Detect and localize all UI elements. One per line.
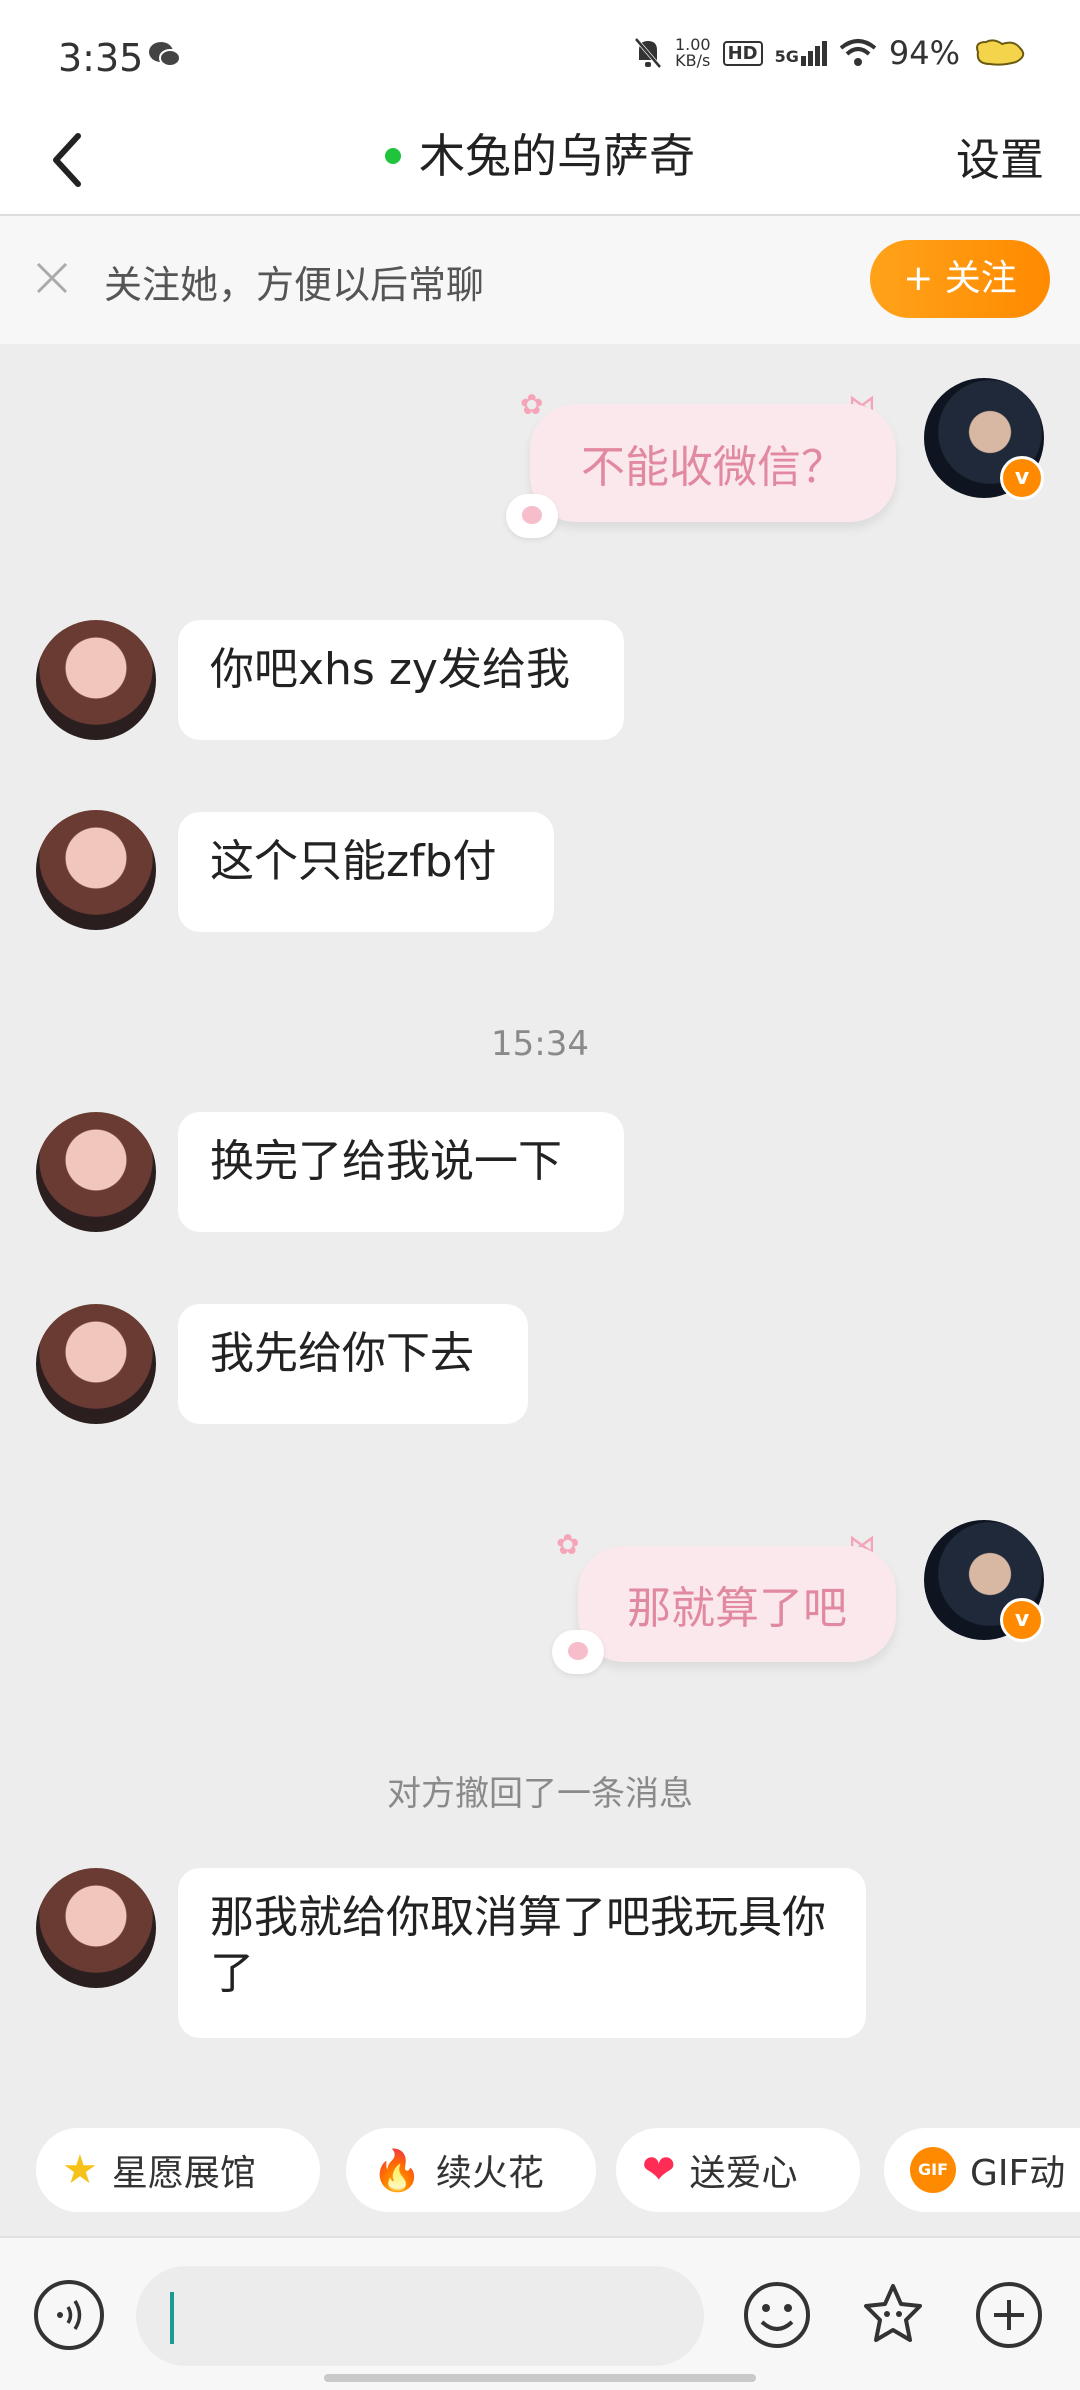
chip-gif[interactable]: GIF GIF动 [884, 2128, 1080, 2212]
gif-icon: GIF [910, 2147, 956, 2193]
message-bubble-received[interactable]: 我先给你下去 [178, 1304, 528, 1424]
message-bubble-sent[interactable]: 那就算了吧 [578, 1546, 896, 1662]
smiley-icon [744, 2282, 810, 2348]
message-bubble-sent[interactable]: 不能收微信？ [530, 404, 896, 522]
hd-badge: HD [722, 40, 763, 66]
star-decoration: ✿ [520, 388, 544, 421]
contact-avatar[interactable] [36, 810, 156, 930]
paw-decoration [552, 1630, 604, 1674]
message-bubble-received[interactable]: 换完了给我说一下 [178, 1112, 624, 1232]
status-time: 3:35 [58, 36, 144, 80]
message-text: 那我就给你取消算了吧我玩具你了 [210, 1892, 826, 1999]
settings-button[interactable]: 设置 [956, 124, 1044, 188]
plus-icon [976, 2282, 1042, 2348]
voice-input-button[interactable] [34, 2280, 104, 2350]
sticker-icon [864, 2284, 922, 2342]
contact-avatar[interactable] [36, 620, 156, 740]
message-text: 你吧xhs zy发给我 [210, 644, 570, 695]
nav-bar: 木兔的乌萨奇 设置 [0, 110, 1080, 216]
close-icon [36, 262, 68, 294]
quick-actions: ★ 星愿展馆 🔥 续火花 ❤ 送爱心 GIF GIF动 [0, 2128, 1080, 2214]
star-icon: ★ [62, 2147, 98, 2193]
home-indicator [324, 2374, 756, 2382]
input-bar [0, 2236, 1080, 2390]
wifi-icon [839, 39, 877, 66]
message-timestamp: 15:34 [491, 1024, 589, 1064]
follow-banner: 关注她，方便以后常聊 + 关注 [0, 216, 1080, 344]
message-text: 不能收微信？ [581, 442, 845, 493]
sticker-button[interactable] [858, 2280, 928, 2350]
message-text: 换完了给我说一下 [210, 1136, 562, 1187]
message-input[interactable] [136, 2266, 704, 2366]
chat-title: 木兔的乌萨奇 [0, 120, 1080, 186]
message-text: 我先给你下去 [210, 1328, 474, 1379]
chip-send-heart[interactable]: ❤ 送爱心 [616, 2128, 860, 2212]
paw-decoration [506, 494, 558, 538]
contact-avatar[interactable] [36, 1868, 156, 1988]
battery-text: 94% [888, 34, 960, 72]
verified-badge: v [1000, 1598, 1044, 1642]
star-decoration: ✿ [556, 1528, 580, 1561]
mute-bell-icon [634, 37, 662, 69]
message-bubble-received[interactable]: 那我就给你取消算了吧我玩具你了 [178, 1868, 866, 2038]
wechat-icon [148, 40, 182, 74]
heart-icon: ❤ [642, 2147, 676, 2193]
text-caret [170, 2292, 174, 2344]
emoji-button[interactable] [742, 2280, 812, 2350]
fire-icon: 🔥 [372, 2147, 422, 2194]
contact-avatar[interactable] [36, 1112, 156, 1232]
contact-name: 木兔的乌萨奇 [419, 129, 695, 183]
status-bar: 3:35 1.00 KB/s HD 5G 94% [0, 0, 1080, 110]
voice-icon [57, 2300, 82, 2330]
chip-spark[interactable]: 🔥 续火花 [346, 2128, 596, 2212]
message-text: 这个只能zfb付 [210, 836, 497, 887]
follow-button[interactable]: + 关注 [870, 240, 1050, 318]
signal-icon: 5G [775, 40, 827, 66]
close-banner-button[interactable] [30, 256, 74, 300]
message-text: 那就算了吧 [627, 1583, 847, 1634]
contact-avatar[interactable] [36, 1304, 156, 1424]
battery-icon [976, 39, 1025, 66]
status-right: 1.00 KB/s HD 5G 94% [633, 34, 1028, 72]
online-status-dot [385, 147, 401, 164]
follow-prompt-text: 关注她，方便以后常聊 [104, 263, 485, 307]
net-speed: 1.00 KB/s [674, 35, 711, 70]
more-button[interactable] [974, 2280, 1044, 2350]
verified-badge: v [1000, 456, 1044, 500]
message-bubble-received[interactable]: 你吧xhs zy发给我 [178, 620, 624, 740]
recall-notice: 对方撤回了一条消息 [387, 1774, 693, 1814]
message-bubble-received[interactable]: 这个只能zfb付 [178, 812, 554, 932]
chip-star-gallery[interactable]: ★ 星愿展馆 [36, 2128, 320, 2212]
